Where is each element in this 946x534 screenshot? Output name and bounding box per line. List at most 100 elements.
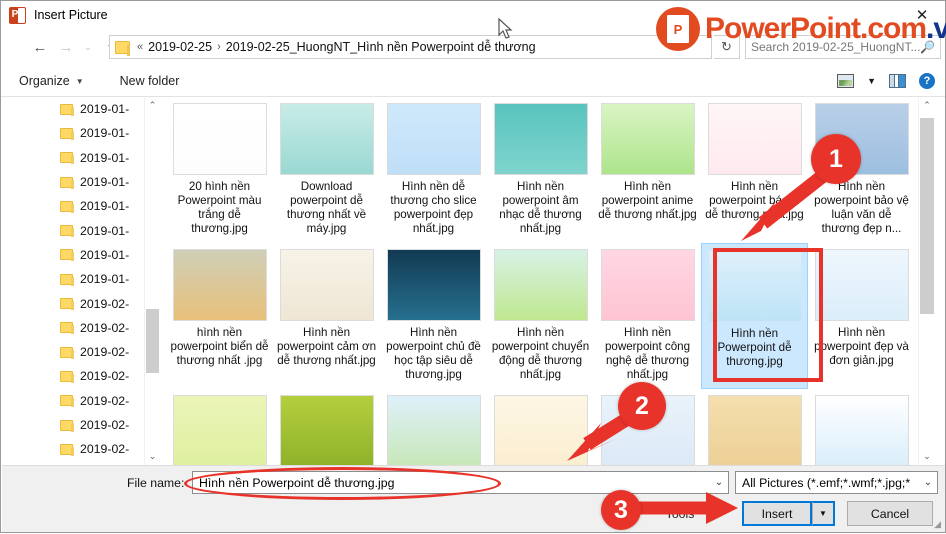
file-tile[interactable]: Hình nền powerpoint chuyển động dễ thươn…: [487, 243, 594, 389]
folder-icon: [60, 370, 74, 383]
folder-icon: [60, 176, 74, 189]
file-thumbnail: [386, 249, 481, 321]
sidebar-item-label: 2019-01-: [80, 199, 130, 214]
navigation-scrollbar[interactable]: ⌃ ⌄: [144, 97, 159, 465]
sidebar-item-label: 2019-01-: [80, 150, 130, 165]
file-thumbnail: [493, 395, 588, 465]
file-name-label: Hình nền powerpoint đẹp và đơn giản.jpg: [814, 326, 909, 367]
file-tile[interactable]: [166, 389, 273, 465]
folder-icon: [60, 200, 74, 213]
insert-dropdown-button[interactable]: ▼: [812, 501, 835, 526]
folder-icon: [60, 152, 74, 165]
file-thumbnail: [172, 395, 267, 465]
file-thumbnail: [493, 103, 588, 175]
refresh-icon[interactable]: ↻: [714, 35, 740, 59]
forward-button[interactable]: →: [53, 34, 79, 60]
breadcrumb-segment-1[interactable]: 2019-02-25: [148, 40, 212, 54]
help-icon[interactable]: ?: [919, 73, 935, 89]
folder-icon: [60, 443, 74, 456]
file-tile[interactable]: Hình nền powerpoint đẹp và đơn giản.jpg: [808, 243, 915, 389]
file-type-select[interactable]: All Pictures (*.emf;*.wmf;*.jpg;* ⌄: [735, 471, 938, 494]
sidebar-item-folder[interactable]: 2019-02-: [2, 389, 162, 413]
insert-button[interactable]: Insert: [742, 501, 812, 526]
powerpoint-icon-letter: P: [11, 9, 19, 20]
back-button[interactable]: ←: [27, 34, 53, 60]
sidebar-item-folder[interactable]: 2019-01-: [2, 121, 162, 145]
file-tile[interactable]: Hình nền powerpoint âm nhạc dễ thương nh…: [487, 97, 594, 243]
scroll-down-icon[interactable]: ⌄: [919, 448, 935, 465]
file-thumbnail: [600, 249, 695, 321]
sidebar-item-folder[interactable]: 2019-01-: [2, 218, 162, 242]
toolbar-right-group: ▼ ?: [837, 73, 935, 89]
file-tile[interactable]: [273, 389, 380, 465]
file-row: 20 hình nền Powerpoint màu trắng dễ thươ…: [166, 97, 918, 243]
file-tile[interactable]: Hình nền powerpoint công nghệ dễ thương …: [594, 243, 701, 389]
file-tile[interactable]: [701, 389, 808, 465]
scroll-up-icon[interactable]: ⌃: [919, 97, 935, 114]
address-bar: ← → ⌄ ↑ « 2019-02-25 › 2019-02-25_HuongN…: [1, 30, 945, 64]
sidebar-item-folder[interactable]: 2019-01-: [2, 267, 162, 291]
file-thumbnail: [814, 395, 909, 465]
sidebar-item-label: 2019-02-: [80, 296, 130, 311]
file-tile[interactable]: [487, 389, 594, 465]
file-thumbnail: [814, 249, 909, 321]
file-tile[interactable]: hình nền powerpoint biển dễ thương nhất …: [166, 243, 273, 389]
folder-icon: [60, 419, 74, 432]
sidebar-item-folder[interactable]: 2019-01-: [2, 170, 162, 194]
tools-button[interactable]: Tools ▼: [649, 502, 729, 525]
file-name-label: File name:: [127, 476, 185, 490]
sidebar-item-folder[interactable]: 2019-01-: [2, 243, 162, 267]
file-thumbnail: [707, 103, 802, 175]
file-tile[interactable]: [808, 389, 915, 465]
file-tile[interactable]: Hình nền powerpoint chủ đề học tập siêu …: [380, 243, 487, 389]
scroll-down-icon[interactable]: ⌄: [145, 448, 160, 465]
chevron-down-icon[interactable]: ⌄: [710, 477, 728, 488]
scrollbar-thumb[interactable]: [146, 309, 159, 373]
sidebar-item-folder[interactable]: 2019-01-: [2, 146, 162, 170]
file-tile[interactable]: Hình nền powerpoint bác sĩ dễ thương nhấ…: [701, 97, 808, 243]
file-name-label: Hình nền powerpoint bác sĩ dễ thương nhấ…: [705, 180, 804, 221]
annotation-badge-3: 3: [601, 490, 641, 530]
file-tile[interactable]: Hình nền powerpoint cảm ơn dễ thương nhấ…: [273, 243, 380, 389]
file-thumbnail: [707, 395, 802, 465]
sidebar-item-folder[interactable]: 2019-02-: [2, 437, 162, 461]
cancel-button[interactable]: Cancel: [847, 501, 933, 526]
organize-button[interactable]: Organize ▼: [19, 74, 84, 88]
sidebar-item-label: 2019-02-: [80, 369, 130, 384]
file-name-label: Hình nền powerpoint âm nhạc dễ thương nh…: [499, 180, 582, 235]
search-input[interactable]: Search 2019-02-25_HuongNT... 🔍: [745, 35, 941, 59]
tools-label: Tools: [665, 506, 695, 521]
file-name-label: Hình nền powerpoint anime dễ thương nhất…: [598, 180, 697, 221]
folder-icon: [60, 298, 74, 311]
file-tile[interactable]: Hình nền dễ thương cho slice powerpoint …: [380, 97, 487, 243]
breadcrumb-segment-2[interactable]: 2019-02-25_HuongNT_Hình nền Powerpoint d…: [226, 40, 536, 54]
file-tile[interactable]: Hình nền powerpoint anime dễ thương nhất…: [594, 97, 701, 243]
file-list-scrollbar[interactable]: ⌃ ⌄: [918, 97, 934, 465]
resize-grip-icon[interactable]: ◢: [934, 519, 941, 530]
sidebar-item-folder[interactable]: 2019-02-: [2, 291, 162, 315]
sidebar-item-folder[interactable]: 2019-02-: [2, 364, 162, 388]
file-tile[interactable]: 20 hình nền Powerpoint màu trắng dễ thươ…: [166, 97, 273, 243]
folder-icon: [60, 127, 74, 140]
organize-label: Organize: [19, 74, 70, 88]
chevron-down-icon[interactable]: ⌄: [919, 477, 937, 488]
breadcrumb[interactable]: « 2019-02-25 › 2019-02-25_HuongNT_Hình n…: [109, 35, 712, 59]
sidebar-item-folder[interactable]: 2019-01-: [2, 97, 162, 121]
scroll-up-icon[interactable]: ⌃: [145, 97, 160, 114]
chevron-down-icon[interactable]: ▼: [867, 76, 876, 86]
recent-locations-button[interactable]: ⌄: [79, 34, 97, 60]
sidebar-item-folder[interactable]: 2019-02-: [2, 316, 162, 340]
sidebar-item-folder[interactable]: 2019-02-: [2, 340, 162, 364]
file-tile[interactable]: Download powerpoint dễ thương nhất về má…: [273, 97, 380, 243]
preview-pane-icon[interactable]: [889, 74, 906, 88]
sidebar-item-label: 2019-01-: [80, 126, 130, 141]
annotation-highlight-rect: [713, 248, 823, 382]
sidebar-item-folder[interactable]: 2019-01-: [2, 194, 162, 218]
view-options-icon[interactable]: [837, 74, 855, 88]
new-folder-button[interactable]: New folder: [120, 74, 180, 88]
file-tile[interactable]: [380, 389, 487, 465]
scrollbar-thumb[interactable]: [920, 118, 934, 314]
pane-splitter[interactable]: [162, 97, 165, 465]
close-icon[interactable]: ✕: [899, 1, 945, 29]
sidebar-item-folder[interactable]: 2019-02-: [2, 413, 162, 437]
